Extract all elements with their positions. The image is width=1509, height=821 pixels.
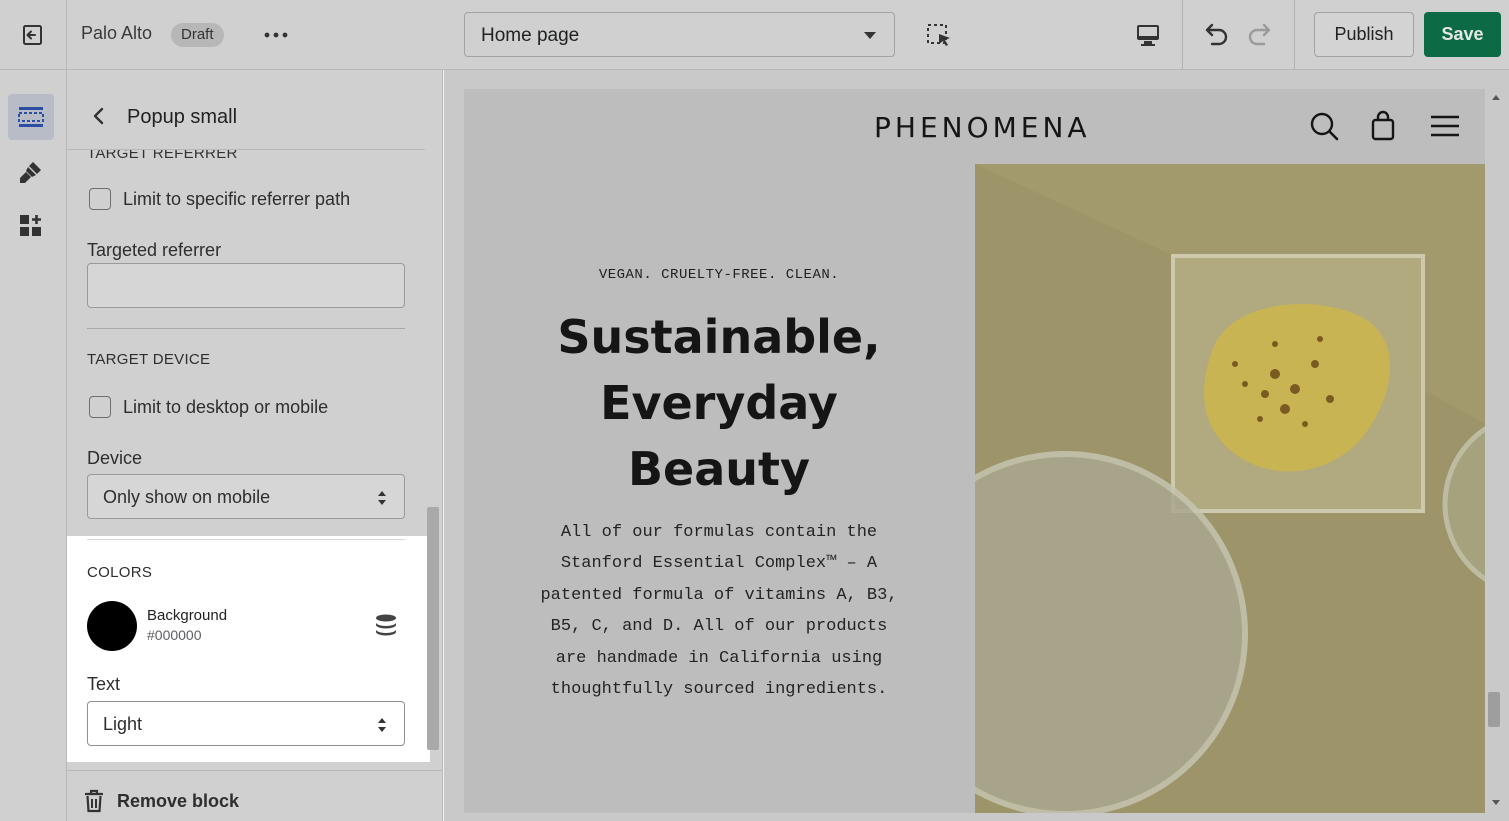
device-select-value: Only show on mobile [103,487,271,507]
status-badge: Draft [171,23,224,47]
text-color-label: Text [87,674,121,694]
desktop-icon [1137,25,1159,46]
hero-heading-line: Beauty [627,442,811,496]
target-device-heading: TARGET DEVICE [87,351,211,368]
preview-scroll-thumb[interactable] [1488,692,1500,727]
scroll-up-arrow-icon[interactable] [1492,95,1500,100]
redo-button[interactable] [1244,18,1278,52]
toolbar-divider [1182,0,1183,70]
remove-block-button[interactable]: Remove block [67,770,442,821]
device-checkbox[interactable] [89,396,111,418]
section-divider [87,328,405,329]
sections-icon [18,107,44,127]
sidebar-header: Popup small [67,70,425,150]
hero-body-line: Stanford Essential Complex™ – A [560,554,878,574]
settings-sidebar: Popup small TARGET REFERRER Limit to spe… [67,70,443,821]
toolbar-divider [1294,0,1295,70]
text-color-select[interactable]: Light [87,701,405,746]
hero-body-text: All of our formulas contain the Stanford… [534,517,904,705]
page-selector[interactable]: Home page [464,12,895,57]
store-name: Palo Alto [81,23,153,43]
chevron-left-icon [93,107,104,125]
device-label: Device [87,448,143,468]
preview-area: PHENOMENA VEGAN. CRUELTY-FREE. CLEAN. Su… [444,70,1509,821]
colors-heading: COLORS [87,564,153,581]
hero-body-line: All of our formulas contain the [560,523,878,542]
device-select[interactable]: Only show on mobile [87,474,405,519]
hero-body-line: thoughtfully sourced ingredients. [550,680,888,700]
referrer-checkbox-label: Limit to specific referrer path [123,188,351,209]
store-logo[interactable]: PHENOMENA [874,111,1091,144]
select-arrows-icon [378,718,386,732]
redo-icon [1248,23,1271,46]
hero-body-line: patented formula of vitamins A, B3, [540,585,898,605]
background-color-swatch[interactable] [87,601,137,651]
exit-icon [23,25,42,45]
search-icon[interactable] [1307,109,1341,143]
referrer-checkbox-row[interactable]: Limit to specific referrer path [89,187,350,211]
hero-heading-line: Everyday [600,376,838,430]
referrer-checkbox[interactable] [89,188,111,210]
sections-nav-button[interactable] [8,94,54,140]
page-selector-label: Home page [481,25,580,46]
scroll-down-arrow-icon[interactable] [1492,800,1500,805]
select-arrows-icon [378,491,386,505]
targeted-referrer-label: Targeted referrer [87,240,222,260]
section-divider [87,539,405,540]
sidebar-scroll-thumb[interactable] [427,507,439,750]
background-color-label: Background [147,607,228,624]
hero-tagline: VEGAN. CRUELTY-FREE. CLEAN. [598,267,840,283]
background-color-hex: #000000 [147,627,202,643]
device-checkbox-label: Limit to desktop or mobile [123,396,329,417]
more-icon [264,32,288,38]
save-button[interactable]: Save [1424,12,1501,57]
paintbrush-icon [20,162,41,183]
hero-heading: Sustainable, Everyday Beauty [534,304,904,502]
targeted-referrer-input[interactable] [87,263,405,308]
select-cursor-icon [927,24,950,46]
back-button[interactable] [85,102,113,130]
top-bar: Palo Alto Draft Home page Publish Save [0,0,1509,70]
more-actions-button[interactable] [262,22,290,48]
cart-bag-icon[interactable] [1366,109,1400,143]
text-color-select-value: Light [103,714,143,734]
remove-block-label: Remove block [117,791,240,811]
device-checkbox-row[interactable]: Limit to desktop or mobile [89,395,328,419]
hero-body-line: are handmade in California using [555,648,883,668]
exit-button[interactable] [0,0,67,70]
trash-icon [85,789,103,813]
dynamic-source-icon[interactable] [373,613,399,639]
desktop-view-button[interactable] [1130,18,1166,52]
hero-image-art [975,164,1485,813]
publish-button[interactable]: Publish [1314,12,1414,57]
hero-body-line: B5, C, and D. All of our products [550,617,888,637]
colors-card: COLORS Background #000000 Text Light [67,536,430,762]
hero-heading-line: Sustainable, [557,310,881,364]
undo-icon [1205,23,1228,46]
undo-button[interactable] [1198,18,1232,52]
left-rail [0,70,67,821]
inspector-button[interactable] [922,18,956,52]
store-preview[interactable]: PHENOMENA VEGAN. CRUELTY-FREE. CLEAN. Su… [464,89,1485,813]
block-title: Popup small [127,106,238,128]
hero-image [975,164,1485,813]
caret-down-icon [864,32,876,39]
hamburger-menu-icon[interactable] [1428,109,1462,143]
app-embeds-nav-button[interactable] [8,203,54,249]
apps-icon [20,215,41,236]
theme-settings-nav-button[interactable] [8,149,54,195]
